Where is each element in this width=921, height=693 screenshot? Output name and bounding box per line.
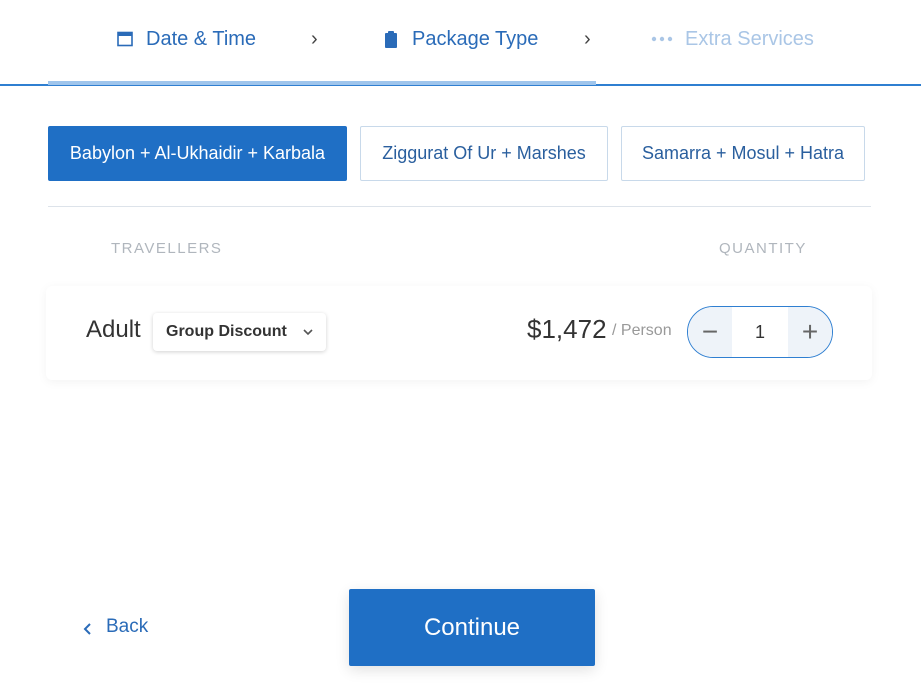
step-separator: › xyxy=(311,27,318,50)
more-dots-icon xyxy=(651,30,673,48)
step-package-type[interactable]: Package Type xyxy=(382,24,538,54)
price-unit: / Person xyxy=(612,322,672,339)
travellers-column-header: TRAVELLERS xyxy=(111,240,223,257)
step-date-time-label: Date & Time xyxy=(146,27,257,50)
quantity-value[interactable]: 1 xyxy=(732,321,788,343)
back-button[interactable]: Back xyxy=(82,616,148,638)
section-divider xyxy=(48,206,871,207)
clipboard-icon xyxy=(382,30,400,48)
increment-button[interactable]: + xyxy=(788,307,832,357)
decrement-button[interactable]: − xyxy=(688,307,732,357)
discount-select-value: Group Discount xyxy=(166,323,287,340)
traveller-type-label: Adult xyxy=(86,316,141,343)
step-extra-services[interactable]: Extra Services xyxy=(651,24,814,54)
step-package-type-label: Package Type xyxy=(412,27,539,50)
chevron-left-icon xyxy=(82,620,92,635)
package-tab-samarra[interactable]: Samarra + Mosul + Hatra xyxy=(621,126,865,181)
step-separator: › xyxy=(584,27,591,50)
chevron-down-icon xyxy=(302,325,314,337)
calendar-icon xyxy=(116,30,134,48)
price-value: $1,472 xyxy=(527,314,607,344)
package-tab-label: Ziggurat Of Ur + Marshes xyxy=(382,143,586,163)
back-button-label: Back xyxy=(106,616,149,637)
steps-header: Date & Time › Package Type › Extra Servi… xyxy=(0,0,921,86)
package-tab-label: Samarra + Mosul + Hatra xyxy=(641,143,845,163)
step-progress-underline xyxy=(48,81,596,85)
continue-button[interactable]: Continue xyxy=(349,589,595,666)
quantity-stepper: − 1 + xyxy=(687,306,833,358)
quantity-column-header: QUANTITY xyxy=(719,240,807,257)
package-tab-babylon[interactable]: Babylon + Al-Ukhaidir + Karbala xyxy=(48,126,347,181)
step-date-time[interactable]: Date & Time xyxy=(116,24,256,54)
package-tab-label: Babylon + Al-Ukhaidir + Karbala xyxy=(69,143,326,163)
step-extra-services-label: Extra Services xyxy=(685,27,814,50)
package-tab-ziggurat[interactable]: Ziggurat Of Ur + Marshes xyxy=(360,126,608,181)
discount-select[interactable]: Group Discount xyxy=(153,313,326,351)
